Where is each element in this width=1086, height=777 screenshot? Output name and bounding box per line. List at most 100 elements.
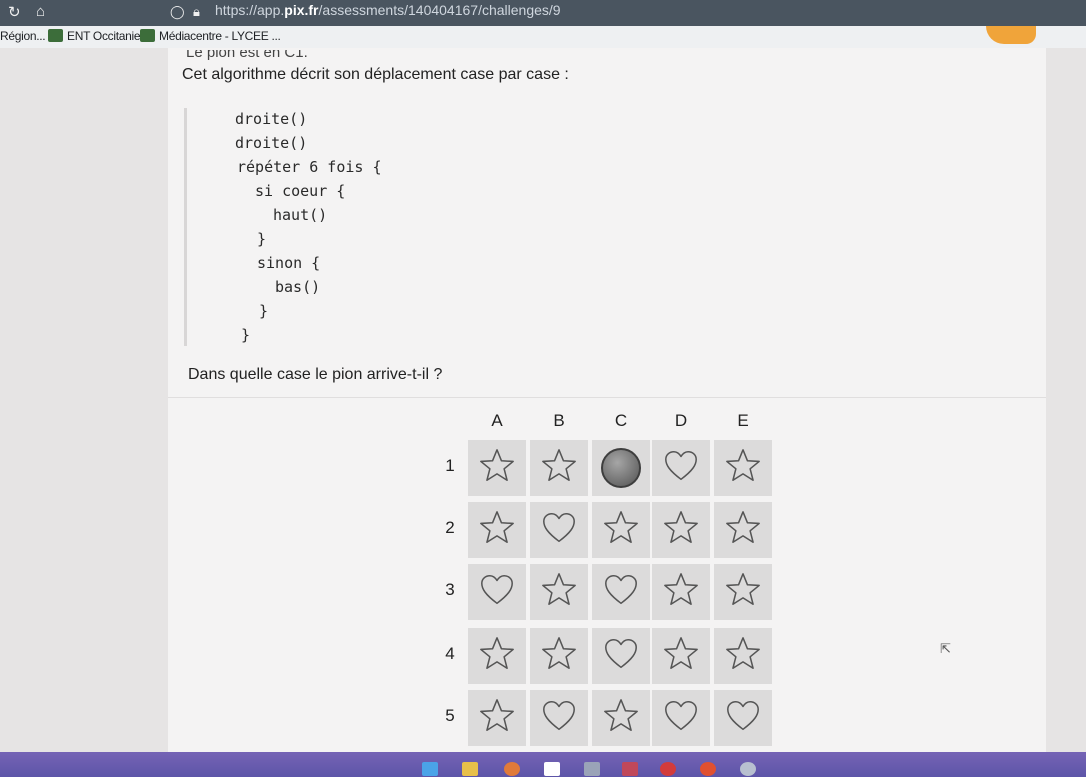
- grid-cell-b1: [530, 440, 588, 496]
- address-bar[interactable]: https://app.pix.fr/assessments/140404167…: [215, 2, 561, 18]
- grid-cell-b3: [530, 564, 588, 620]
- star-icon: [478, 635, 516, 678]
- star-icon: [478, 447, 516, 490]
- mediacentre-favicon: [140, 29, 155, 42]
- code-line: répéter 6 fois {: [237, 158, 382, 176]
- reload-icon[interactable]: ↻: [8, 3, 21, 21]
- row-label-2: 2: [445, 518, 455, 537]
- grid-cell-e1: [714, 440, 772, 496]
- heart-icon: [540, 697, 578, 740]
- url-domain: pix.fr: [284, 2, 319, 18]
- question-text: Dans quelle case le pion arrive-t-il ?: [188, 366, 443, 383]
- bookmark-region[interactable]: Région...: [0, 29, 46, 43]
- grid-cell-d4: [652, 628, 710, 684]
- grid-cell-d2: [652, 502, 710, 558]
- mouse-cursor-icon: ⇱: [940, 641, 951, 656]
- star-icon: [724, 509, 762, 552]
- code-line: bas(): [275, 278, 321, 296]
- heart-icon: [602, 571, 640, 614]
- grid-cell-c4: [592, 628, 650, 684]
- code-line: }: [241, 326, 251, 344]
- grid-cell-c5: [592, 690, 650, 746]
- home-icon[interactable]: ⌂: [36, 3, 45, 20]
- url-path: /assessments/140404167/challenges/9: [318, 2, 561, 18]
- star-icon: [540, 635, 578, 678]
- star-icon: [724, 571, 762, 614]
- bookmark-mediacentre[interactable]: Médiacentre - LYCEE ...: [140, 29, 281, 43]
- star-icon: [602, 509, 640, 552]
- grid-cell-e2: [714, 502, 772, 558]
- os-taskbar: [0, 752, 1086, 777]
- grid-cell-d5: [652, 690, 710, 746]
- heart-icon: [662, 447, 700, 490]
- firefox-icon[interactable]: [504, 762, 520, 776]
- star-icon: [724, 635, 762, 678]
- grid-cell-e5: [714, 690, 772, 746]
- bookmarks-bar: Région... ENT Occitanie Médiacentre - LY…: [0, 26, 1086, 48]
- star-icon: [662, 635, 700, 678]
- settings-gear-icon[interactable]: [740, 762, 756, 776]
- heart-icon: [724, 697, 762, 740]
- code-line: haut(): [273, 206, 328, 224]
- intro-text: Cet algorithme décrit son déplacement ca…: [182, 66, 569, 83]
- star-icon: [602, 697, 640, 740]
- star-icon: [662, 571, 700, 614]
- column-label-c: C: [614, 411, 628, 430]
- column-label-a: A: [491, 411, 503, 430]
- grid-cell-c1: [592, 440, 650, 496]
- grid-cell-a2: [468, 502, 526, 558]
- grid-cell-a1: [468, 440, 526, 496]
- heart-icon: [662, 697, 700, 740]
- document-icon[interactable]: [544, 762, 560, 776]
- pion-token: [601, 448, 641, 488]
- heart-icon: [540, 509, 578, 552]
- column-label-d: D: [674, 411, 688, 430]
- qr-app-icon[interactable]: [584, 762, 600, 776]
- bookmark-ent-occitanie[interactable]: ENT Occitanie: [48, 29, 141, 43]
- star-icon: [724, 447, 762, 490]
- column-label-b: B: [553, 411, 565, 430]
- code-line: }: [259, 302, 269, 320]
- browser-toolbar: ↻ ⌂ ◯ 🔒︎ https://app.pix.fr/assessments/…: [0, 0, 1086, 26]
- code-line: droite(): [235, 134, 308, 152]
- grid-cell-b2: [530, 502, 588, 558]
- url-prefix: https://app.: [215, 2, 285, 18]
- row-label-3: 3: [445, 580, 455, 599]
- bookmark-mediacentre-label: Médiacentre - LYCEE ...: [159, 29, 281, 43]
- grid-cell-c3: [592, 564, 650, 620]
- lock-icon[interactable]: 🔒︎: [193, 4, 200, 20]
- star-icon: [478, 697, 516, 740]
- code-line: }: [257, 230, 267, 248]
- grid-cell-e3: [714, 564, 772, 620]
- star-icon: [662, 509, 700, 552]
- grid-cell-e4: [714, 628, 772, 684]
- heart-icon: [478, 571, 516, 614]
- grid-cell-a5: [468, 690, 526, 746]
- row-label-4: 4: [445, 644, 455, 663]
- app-icon[interactable]: [622, 762, 638, 776]
- pinterest-icon[interactable]: [660, 762, 676, 776]
- grid-cell-c2: [592, 502, 650, 558]
- opera-icon[interactable]: [700, 762, 716, 776]
- code-line: droite(): [235, 110, 308, 128]
- grid-cell-d3: [652, 564, 710, 620]
- row-label-1: 1: [445, 456, 455, 475]
- grid-cell-d1: [652, 440, 710, 496]
- grid-cell-b5: [530, 690, 588, 746]
- bookmark-ent-label: ENT Occitanie: [67, 29, 141, 43]
- star-icon: [478, 509, 516, 552]
- row-label-5: 5: [445, 706, 455, 725]
- grid-cell-a4: [468, 628, 526, 684]
- star-icon: [540, 571, 578, 614]
- grid-cell-b4: [530, 628, 588, 684]
- star-icon: [540, 447, 578, 490]
- code-line: si coeur {: [255, 182, 346, 200]
- grid-cell-a3: [468, 564, 526, 620]
- shield-icon[interactable]: ◯: [170, 4, 185, 20]
- divider: [168, 397, 1046, 398]
- code-line: sinon {: [257, 254, 321, 272]
- start-icon[interactable]: [422, 762, 438, 776]
- folder-icon[interactable]: [462, 762, 478, 776]
- ent-favicon: [48, 29, 63, 42]
- algorithm-code-block: droite() droite() répéter 6 fois { si co…: [184, 108, 437, 346]
